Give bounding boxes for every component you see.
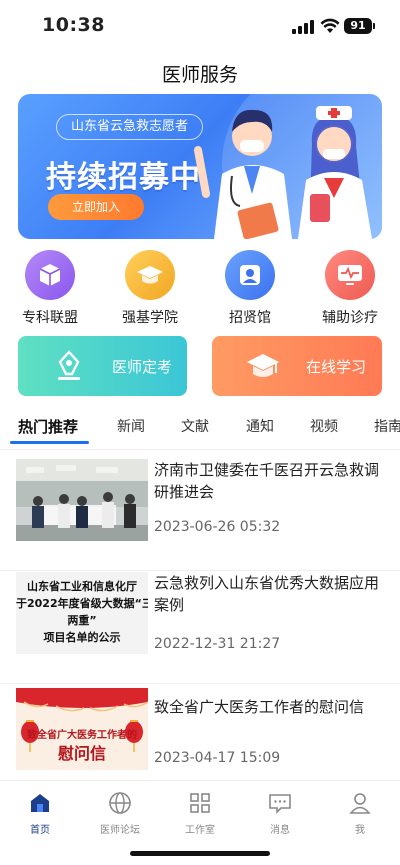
physician-exam-label: 医师定考 [112, 357, 173, 376]
volunteer-banner[interactable]: 山东省云急救志愿者 持续招募中 立即加入 [18, 94, 382, 239]
tab-notice[interactable]: 通知 [246, 416, 274, 436]
category-label: 专科联盟 [22, 310, 78, 326]
thumb-text: 项目名单的公示 [43, 631, 121, 644]
nav-label: 首页 [30, 825, 50, 836]
category-specialty-alliance[interactable]: 专科联盟 [10, 250, 90, 327]
news-thumbnail-photo [16, 459, 148, 541]
tab-guide[interactable]: 指南 [374, 416, 400, 436]
graduation-cap-icon [125, 250, 175, 300]
thumb-text: 慰问信 [57, 744, 106, 763]
message-icon [266, 789, 294, 817]
news-item[interactable]: 山东省工业和信息化厅 于2022年度省级大数据“三 两重” 项目名单的公示 云急… [0, 572, 400, 684]
nav-label: 我 [355, 825, 365, 836]
thumb-text: 于2022年度省级大数据“三 [16, 597, 148, 610]
thumb-text: 致全省广大医务工作者的 [27, 730, 137, 741]
news-item[interactable]: 致全省广大医务工作者的 慰问信 致全省广大医务工作者的慰问信 2023-04-1… [0, 688, 400, 780]
news-thumbnail-letter: 致全省广大医务工作者的 慰问信 [16, 688, 148, 770]
category-label: 招贤馆 [229, 310, 271, 326]
tab-hot[interactable]: 热门推荐 [18, 416, 78, 437]
monitor-pulse-icon [325, 250, 375, 300]
nav-me[interactable]: 我 [320, 789, 400, 836]
tab-video[interactable]: 视频 [310, 416, 338, 436]
nav-label: 工作室 [185, 825, 215, 836]
category-strong-base-college[interactable]: 强基学院 [110, 250, 190, 327]
nav-messages[interactable]: 消息 [240, 789, 320, 836]
user-card-icon [225, 250, 275, 300]
globe-icon [106, 789, 134, 817]
nav-label: 消息 [270, 825, 290, 836]
category-talent-hall[interactable]: 招贤馆 [210, 250, 290, 327]
home-icon [26, 789, 54, 817]
thumb-text: 山东省工业和信息化厅 [27, 580, 137, 593]
wifi-icon [320, 18, 340, 33]
banner-tag: 山东省云急救志愿者 [56, 114, 204, 140]
category-grid: 专科联盟 强基学院 招贤馆 辅助诊疗 [0, 250, 400, 327]
online-learning-label: 在线学习 [306, 357, 367, 376]
news-item[interactable]: 济南市卫健委在千医召开云急救调研推进会 2023-06-26 05:32 [0, 459, 400, 571]
pen-nib-icon [48, 345, 90, 387]
divider [0, 683, 400, 684]
cube-icon [25, 250, 75, 300]
divider [0, 449, 400, 450]
page-title: 医师服务 [161, 64, 238, 86]
doctors-illustration [194, 106, 372, 239]
status-bar: 10:38 91 [0, 0, 400, 50]
person-icon [346, 789, 374, 817]
battery-icon: 91 [344, 18, 375, 34]
banner-headline: 持续招募中 [46, 160, 201, 195]
news-time: 2023-04-17 15:09 [154, 750, 281, 766]
nav-forum[interactable]: 医师论坛 [80, 789, 160, 836]
news-title: 致全省广大医务工作者的慰问信 [154, 698, 365, 716]
nav-label: 医师论坛 [100, 825, 140, 836]
news-title: 云急救列入山东省优秀大数据应用案例 [154, 574, 380, 614]
cellular-signal-icon [292, 20, 314, 34]
physician-exam-button[interactable]: 医师定考 [18, 336, 187, 396]
nav-home[interactable]: 首页 [0, 789, 80, 836]
divider [0, 570, 400, 571]
grid-icon [186, 789, 214, 817]
thumb-text: 两重” [67, 614, 97, 627]
news-thumbnail-notice: 山东省工业和信息化厅 于2022年度省级大数据“三 两重” 项目名单的公示 [16, 572, 148, 654]
category-label: 辅助诊疗 [322, 310, 378, 326]
category-assisted-diagnosis[interactable]: 辅助诊疗 [310, 250, 390, 327]
news-time: 2023-06-26 05:32 [154, 519, 281, 535]
news-time: 2022-12-31 21:27 [154, 636, 281, 652]
online-learning-button[interactable]: 在线学习 [212, 336, 382, 396]
status-time: 10:38 [42, 14, 105, 36]
home-indicator [130, 851, 270, 856]
category-label: 强基学院 [122, 310, 178, 326]
nav-studio[interactable]: 工作室 [160, 789, 240, 836]
tab-literature[interactable]: 文献 [181, 416, 209, 436]
news-tabs: 热门推荐 新闻 文献 通知 视频 指南 [0, 410, 400, 450]
active-tab-indicator [10, 441, 89, 444]
graduation-cap-icon [242, 345, 284, 387]
join-now-button[interactable]: 立即加入 [48, 194, 144, 220]
news-title: 济南市卫健委在千医召开云急救调研推进会 [154, 461, 380, 501]
tab-news[interactable]: 新闻 [117, 416, 145, 436]
